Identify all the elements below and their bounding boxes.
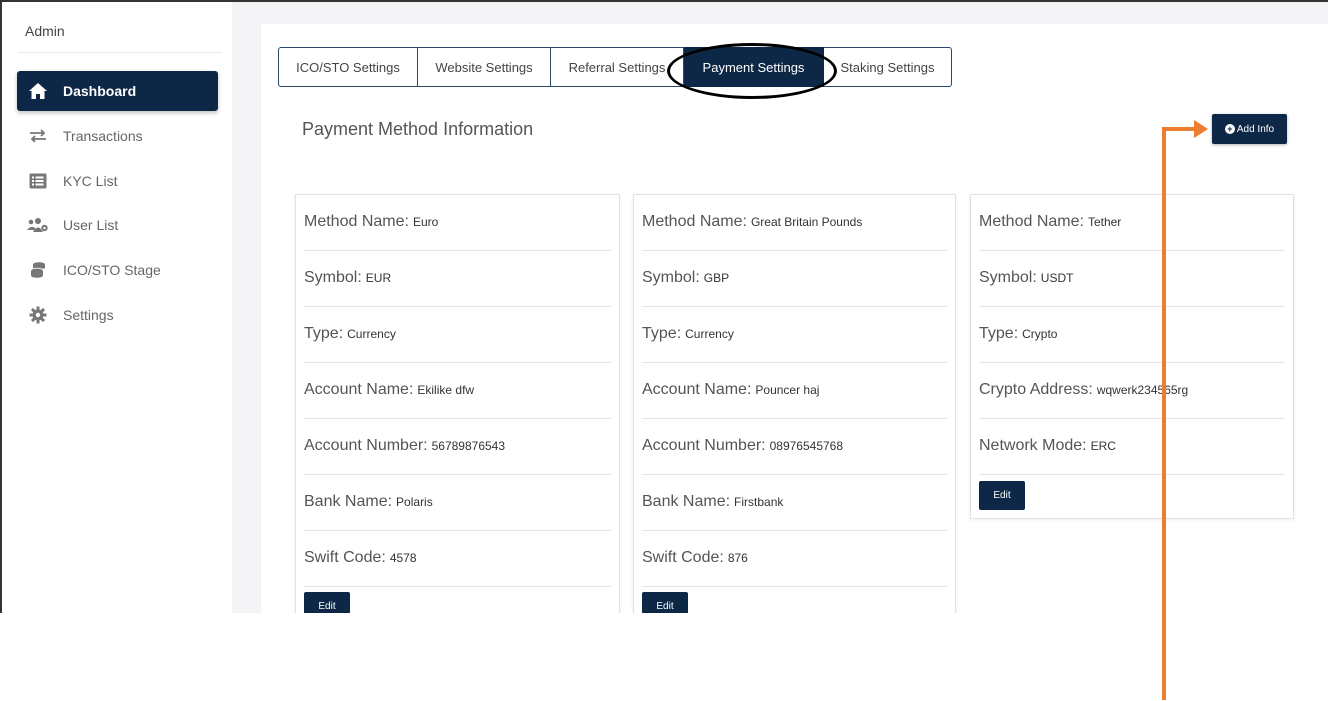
transfer-icon xyxy=(27,125,49,147)
detail-row: Swift Code: 4578 xyxy=(304,531,611,587)
field-value: EUR xyxy=(365,270,392,285)
payment-method-card: Method Name: Euro Symbol: EUR Type: Currenc… xyxy=(295,194,620,613)
add-info-label: Add Info xyxy=(1236,123,1275,135)
sidebar-item-label: Settings xyxy=(63,307,114,323)
field-value: Great Britain Pounds xyxy=(750,214,863,229)
list-icon xyxy=(27,170,49,192)
detail-row: Bank Name: Polaris xyxy=(304,475,611,531)
detail-row: Account Name: Ekilike dfw xyxy=(304,363,611,419)
detail-row: Account Number: 56789876543 xyxy=(304,419,611,475)
field-label: Swift Code: xyxy=(304,548,386,566)
home-icon xyxy=(27,80,49,102)
field-label: Bank Name: xyxy=(304,492,393,510)
detail-row: Network Mode: ERC xyxy=(979,419,1285,475)
detail-row: Method Name: Euro xyxy=(304,195,611,251)
field-value: Currency xyxy=(347,326,396,341)
detail-row: Method Name: Great Britain Pounds xyxy=(642,195,947,251)
detail-row: Bank Name: Firstbank xyxy=(642,475,947,531)
field-value: Euro xyxy=(412,214,439,229)
coins-icon xyxy=(27,259,49,281)
sidebar-item-label: ICO/STO Stage xyxy=(63,262,161,278)
tab-referral-settings[interactable]: Referral Settings xyxy=(551,47,684,87)
sidebar-item-label: Transactions xyxy=(63,128,143,144)
detail-row: Account Name: Pouncer haj xyxy=(642,363,947,419)
sidebar: Admin Dashboard Transactions KYC List Us xyxy=(2,2,232,613)
detail-row: Symbol: EUR xyxy=(304,251,611,307)
field-label: Symbol: xyxy=(304,268,362,286)
field-label: Account Number: xyxy=(642,436,766,454)
field-value: 56789876543 xyxy=(431,438,506,453)
detail-row: Method Name: Tether xyxy=(979,195,1285,251)
sidebar-item-settings[interactable]: Settings xyxy=(17,295,218,335)
sidebar-item-label: KYC List xyxy=(63,173,118,189)
detail-row: Account Number: 08976545768 xyxy=(642,419,947,475)
field-label: Method Name: xyxy=(979,212,1084,230)
settings-tabs: ICO/STO Settings Website Settings Referr… xyxy=(278,47,952,87)
field-value: GBP xyxy=(703,270,730,285)
field-value: USDT xyxy=(1040,270,1074,285)
field-value: Tether xyxy=(1087,214,1122,229)
edit-button[interactable]: Edit xyxy=(979,481,1025,510)
detail-row: Type: Currency xyxy=(304,307,611,363)
field-label: Swift Code: xyxy=(642,548,724,566)
field-label: Network Mode: xyxy=(979,436,1087,454)
detail-row: Type: Crypto xyxy=(979,307,1285,363)
sidebar-item-dashboard[interactable]: Dashboard xyxy=(17,71,218,111)
tab-website-settings[interactable]: Website Settings xyxy=(418,47,551,87)
detail-row: Crypto Address: wqwerk234565rg xyxy=(979,363,1285,419)
detail-row: Symbol: USDT xyxy=(979,251,1285,307)
field-label: Bank Name: xyxy=(642,492,731,510)
edit-button[interactable]: Edit xyxy=(642,592,688,613)
field-value: Polaris xyxy=(396,494,433,509)
field-value: 876 xyxy=(727,550,748,565)
field-label: Crypto Address: xyxy=(979,380,1093,398)
gear-icon xyxy=(27,304,49,326)
settings-panel: ICO/STO Settings Website Settings Referr… xyxy=(261,24,1328,613)
field-value: Firstbank xyxy=(734,494,784,509)
brand-label: Admin xyxy=(25,23,65,39)
payment-method-card: Method Name: Tether Symbol: USDT Type: Cryp… xyxy=(970,194,1294,519)
field-label: Type: xyxy=(304,324,344,342)
sidebar-item-label: User List xyxy=(63,217,119,233)
tab-payment-settings[interactable]: Payment Settings xyxy=(684,47,824,87)
sidebar-item-label: Dashboard xyxy=(63,83,137,99)
field-label: Type: xyxy=(642,324,682,342)
field-label: Method Name: xyxy=(304,212,409,230)
tab-staking-settings[interactable]: Staking Settings xyxy=(824,47,952,87)
field-value: 08976545768 xyxy=(769,438,844,453)
payment-method-card: Method Name: Great Britain Pounds Symbol:… xyxy=(633,194,956,613)
divider xyxy=(18,52,222,53)
edit-button[interactable]: Edit xyxy=(304,592,350,613)
field-value: wqwerk234565rg xyxy=(1096,382,1189,397)
app-screen: Admin Dashboard Transactions KYC List Us xyxy=(0,0,1328,613)
field-label: Symbol: xyxy=(642,268,700,286)
add-info-button[interactable]: + Add Info xyxy=(1212,114,1287,144)
detail-row: Type: Currency xyxy=(642,307,947,363)
sidebar-item-transactions[interactable]: Transactions xyxy=(17,116,218,156)
field-label: Account Number: xyxy=(304,436,428,454)
field-value: Crypto xyxy=(1022,326,1058,341)
detail-row: Swift Code: 876 xyxy=(642,531,947,587)
field-value: Ekilike dfw xyxy=(417,382,475,397)
field-value: Pouncer haj xyxy=(755,382,820,397)
field-label: Method Name: xyxy=(642,212,747,230)
tab-ico-sto-settings[interactable]: ICO/STO Settings xyxy=(278,47,418,87)
field-label: Symbol: xyxy=(979,268,1037,286)
field-label: Account Name: xyxy=(642,380,752,398)
section-title: Payment Method Information xyxy=(302,119,534,139)
sidebar-item-user-list[interactable]: User List xyxy=(17,205,218,245)
field-label: Account Name: xyxy=(304,380,414,398)
field-value: 4578 xyxy=(389,550,417,565)
sidebar-item-ico-sto-stage[interactable]: ICO/STO Stage xyxy=(17,250,218,290)
detail-row: Symbol: GBP xyxy=(642,251,947,307)
users-icon xyxy=(27,214,49,236)
field-value: Currency xyxy=(685,326,734,341)
sidebar-item-kyc-list[interactable]: KYC List xyxy=(17,161,218,201)
field-label: Type: xyxy=(979,324,1019,342)
field-value: ERC xyxy=(1090,438,1116,453)
plus-circle-icon: + xyxy=(1224,124,1235,134)
